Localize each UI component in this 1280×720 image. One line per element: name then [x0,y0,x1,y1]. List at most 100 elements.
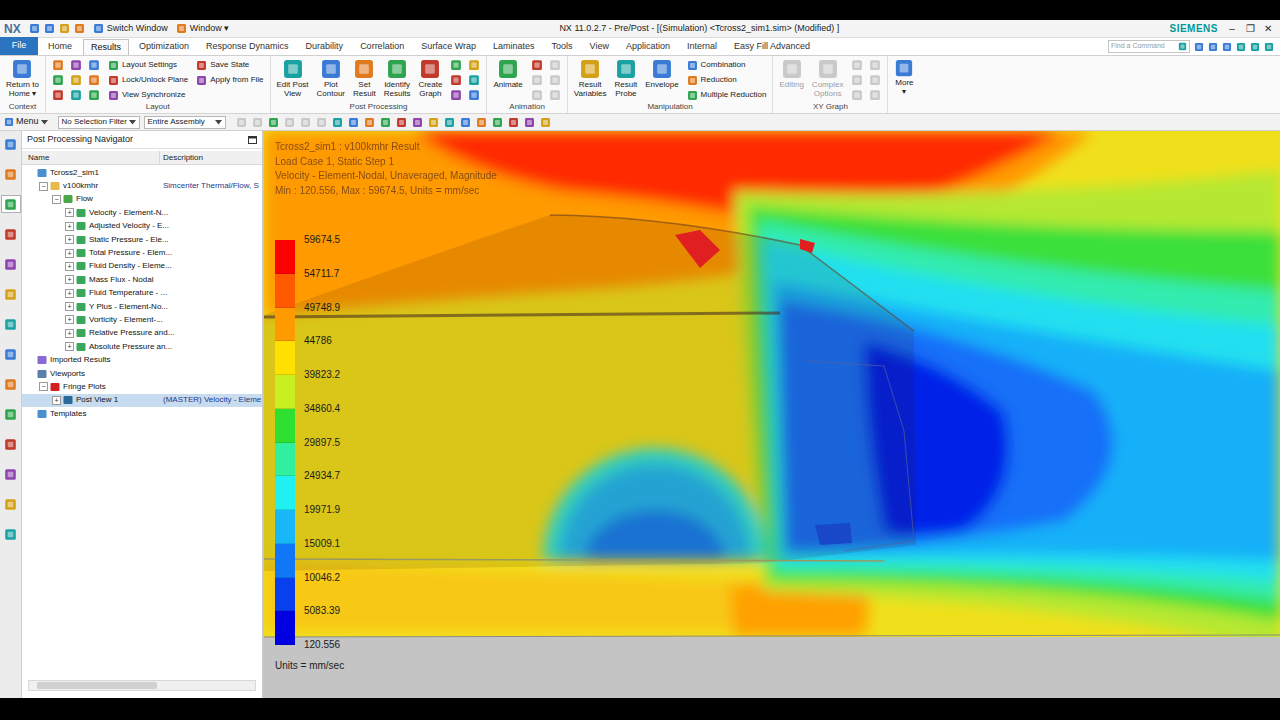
resource-tab[interactable] [1,315,21,333]
splitter[interactable] [262,131,264,698]
toolbar-icon[interactable] [412,117,423,128]
ribbon-button[interactable]: Envelope [641,56,682,89]
tool-icon[interactable] [531,59,543,71]
quick-access-button[interactable]: Window ▾ [176,22,230,36]
resource-tab[interactable] [1,345,21,363]
resource-tab[interactable] [1,465,21,483]
tree-expander[interactable]: + [65,342,74,351]
tree-row[interactable]: +Y Plus - Element-No... [22,300,262,313]
resource-tab[interactable] [1,495,21,513]
ribbon-options-icon[interactable] [1194,42,1204,52]
tool-icon[interactable] [450,59,462,71]
tool-icon[interactable] [851,59,863,71]
toolbar-icon[interactable] [444,117,455,128]
tree-row[interactable]: +Post View 1(MASTER) Velocity - Eleme [22,394,262,407]
tree-row[interactable]: +Mass Flux - Nodal [22,273,262,286]
tool-icon[interactable] [869,59,881,71]
toolbar-icon[interactable] [396,117,407,128]
command-search[interactable]: Find a Command [1108,40,1190,53]
tool-icon[interactable] [70,89,82,101]
tool-icon[interactable] [851,74,863,86]
toolbar-icon[interactable] [492,117,503,128]
ribbon-button[interactable]: SetResult [349,56,380,98]
ribbon-tab[interactable]: Results [83,39,129,55]
tree-row[interactable]: +Velocity - Element-N... [22,206,262,219]
tree-expander[interactable]: − [39,182,48,191]
toolbar-icon[interactable] [284,117,295,128]
ribbon-tab[interactable]: Laminates [486,39,542,55]
tree-expander[interactable]: − [52,195,61,204]
ribbon-button[interactable]: CreateGraph [414,56,446,98]
ribbon-button[interactable]: ResultVariables [570,56,611,98]
ribbon-tab[interactable]: Internal [680,39,724,55]
tree-row[interactable]: −v100kmhrSimcenter Thermal/Flow, S [22,179,262,192]
tree-expander[interactable]: + [52,396,61,405]
ribbon-tab[interactable]: Response Dynamics [199,39,296,55]
ribbon-button[interactable]: Animate [489,56,526,89]
toolbar-icon[interactable] [508,117,519,128]
velocity-contour-plot[interactable] [264,131,1280,698]
ribbon-tab[interactable]: Surface Wrap [414,39,483,55]
tree-expander[interactable]: + [65,249,74,258]
window-control[interactable]: – [1226,23,1238,35]
tool-icon[interactable] [468,89,480,101]
toolbar-icon[interactable] [380,117,391,128]
maximize-icon[interactable] [248,136,257,144]
redo-icon[interactable] [59,23,70,34]
filter-dropdown[interactable]: No Selection Filter [58,116,140,129]
resource-tab[interactable] [1,435,21,453]
ribbon-tab[interactable]: Application [619,39,677,55]
ribbon-tab[interactable]: Easy Fill Advanced [727,39,817,55]
tool-icon[interactable] [70,74,82,86]
tool-icon[interactable] [88,59,100,71]
ribbon-button[interactable]: Editing [775,56,807,89]
resource-tab[interactable] [1,195,21,213]
help-icon[interactable] [1222,42,1232,52]
ribbon-button[interactable]: Return toHome ▾ [2,56,43,98]
resource-tab[interactable] [1,525,21,543]
more-button[interactable]: More▾ [888,56,920,113]
ribbon-tab[interactable]: View [583,39,616,55]
toolbar-icon[interactable] [540,117,551,128]
tree-row[interactable]: +Vorticity - Element-... [22,313,262,326]
toolbar-icon[interactable] [300,117,311,128]
undo-icon[interactable] [44,23,55,34]
tree-row[interactable]: Imported Results [22,353,262,366]
tool-icon[interactable] [549,89,561,101]
tree-expander[interactable]: + [65,302,74,311]
tool-icon[interactable] [549,59,561,71]
tree-row[interactable]: −Flow [22,193,262,206]
small-command[interactable]: Combination [687,58,767,72]
toolbar-icon[interactable] [364,117,375,128]
small-command[interactable]: Apply from File [196,73,263,87]
ribbon-button[interactable]: ComplexOptions [808,56,848,98]
ribbon-button[interactable]: IdentifyResults [380,56,415,98]
tree-row[interactable]: Templates [22,407,262,420]
ribbon-tab[interactable]: Home [41,39,79,55]
tree-expander[interactable]: + [65,262,74,271]
small-command[interactable]: Save State [196,58,263,72]
resource-tab[interactable] [1,405,21,423]
tree-expander[interactable]: + [65,315,74,324]
tree-row[interactable]: +Static Pressure - Ele... [22,233,262,246]
small-command[interactable]: Layout Settings [108,58,188,72]
toolbar-icon[interactable] [428,117,439,128]
resource-tab[interactable] [1,135,21,153]
tree-row[interactable]: Viewports [22,367,262,380]
tree-row[interactable]: −Fringe Plots [22,380,262,393]
small-command[interactable]: Reduction [687,73,767,87]
tool-icon[interactable] [52,89,64,101]
tool-icon[interactable] [531,74,543,86]
tree-expander[interactable]: + [65,208,74,217]
home-icon[interactable] [1208,42,1218,52]
tool-icon[interactable] [869,74,881,86]
horizontal-scrollbar[interactable] [28,680,256,691]
tree-expander[interactable]: + [65,289,74,298]
tool-icon[interactable] [468,59,480,71]
minimize-icon[interactable] [1236,42,1246,52]
file-tab[interactable]: File [0,37,38,55]
toolbar-icon[interactable] [236,117,247,128]
toolbar-icon[interactable] [348,117,359,128]
window-control[interactable]: ✕ [1262,23,1274,35]
close-icon[interactable] [1264,42,1274,52]
